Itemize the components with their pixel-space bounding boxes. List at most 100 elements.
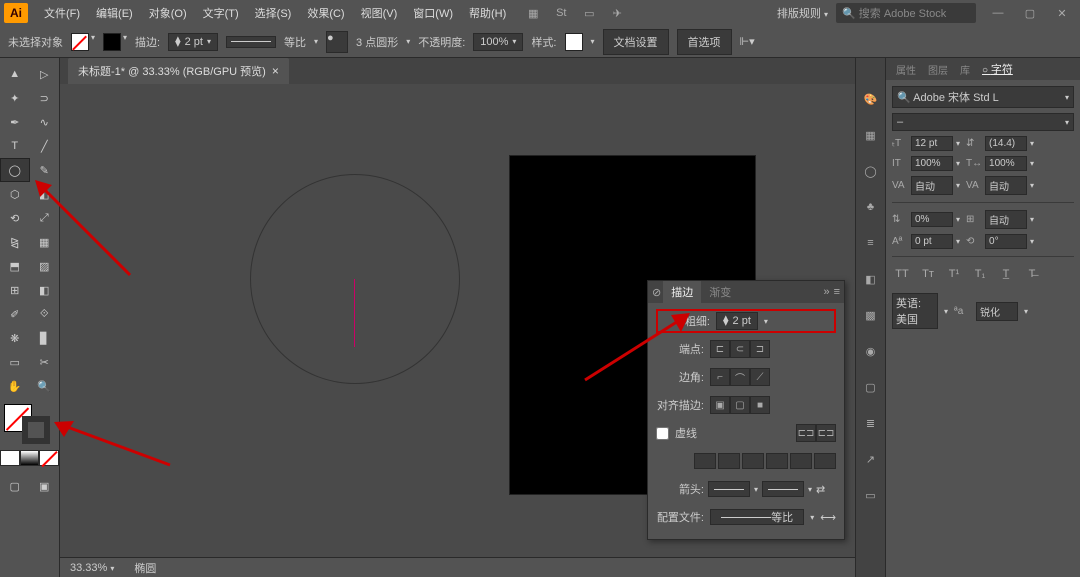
dash-3[interactable] [790, 453, 812, 469]
fill-swatch[interactable] [71, 33, 89, 51]
allcaps-button[interactable]: TT [892, 268, 912, 284]
swap-arrows-icon[interactable]: ⇄ [816, 483, 825, 496]
perspective-tool[interactable]: ▨ [30, 254, 60, 278]
brush-dropdown-icon[interactable]: ▾ [406, 37, 410, 46]
arrow-end[interactable] [762, 481, 804, 497]
gradient-tool[interactable]: ◧ [30, 278, 60, 302]
stroke-weight-input[interactable]: ▴▾2 pt [716, 312, 758, 330]
tsume-input[interactable]: 自动 [985, 210, 1027, 229]
fill-stroke-control[interactable] [0, 404, 59, 444]
zoom-tool[interactable]: 🔍 [30, 374, 60, 398]
dashed-checkbox[interactable] [656, 427, 669, 440]
superscript-button[interactable]: T¹ [944, 268, 964, 284]
shape-builder-tool[interactable]: ⬒ [0, 254, 30, 278]
tab-character[interactable]: ○ 字符 [976, 58, 1019, 80]
cap-square[interactable]: ⊐ [750, 340, 770, 358]
tab-properties[interactable]: 属性 [890, 59, 922, 80]
direct-selection-tool[interactable]: ▷ [30, 62, 60, 86]
artboards-panel-icon[interactable]: ▭ [860, 484, 882, 506]
menu-type[interactable]: 文字(T) [195, 1, 247, 25]
opacity-stepper[interactable]: 100% ▾ [473, 33, 523, 51]
minimize-button[interactable]: — [984, 3, 1012, 23]
gpu-icon[interactable]: ✈ [608, 4, 626, 22]
rotation-input[interactable]: 0° [985, 234, 1027, 249]
selection-tool[interactable]: ▲ [0, 62, 30, 86]
line-tool[interactable]: ╱ [30, 134, 60, 158]
menu-help[interactable]: 帮助(H) [461, 1, 514, 25]
stroke-indicator[interactable] [22, 416, 50, 444]
document-tab[interactable]: 未标题-1* @ 33.33% (RGB/GPU 预览) × [68, 58, 289, 84]
flip-icon[interactable]: ⟷ [820, 511, 836, 524]
menu-object[interactable]: 对象(O) [141, 1, 195, 25]
gap-1[interactable] [718, 453, 740, 469]
brushes-panel-icon[interactable]: ◯ [860, 160, 882, 182]
close-icon[interactable]: × [272, 64, 279, 78]
graphic-styles-icon[interactable]: ▢ [860, 376, 882, 398]
curvature-tool[interactable]: ∿ [30, 110, 60, 134]
antialiasing-select[interactable]: 锐化 [976, 302, 1018, 321]
dash-1[interactable] [694, 453, 716, 469]
stroke-tab[interactable]: 描边 [663, 281, 701, 303]
screen-mode-normal[interactable]: ▢ [0, 474, 30, 498]
menu-select[interactable]: 选择(S) [247, 1, 300, 25]
blend-tool[interactable]: ⟐ [30, 302, 60, 326]
subscript-button[interactable]: T₁ [970, 268, 990, 284]
kerning-input[interactable]: 自动 [911, 176, 953, 195]
shaper-tool[interactable]: ⬡ [0, 182, 30, 206]
stroke-swatch[interactable] [103, 33, 121, 51]
align-icon[interactable]: ⊩▾ [740, 35, 755, 48]
hand-tool[interactable]: ✋ [0, 374, 30, 398]
gap-3[interactable] [814, 453, 836, 469]
hscale-input[interactable]: 100% [985, 156, 1027, 171]
doc-setup-button[interactable]: 文档设置 [603, 29, 669, 55]
ellipse-shape[interactable] [250, 174, 460, 384]
zoom-level[interactable]: 33.33% ▾ [70, 562, 114, 574]
slice-tool[interactable]: ✂ [30, 350, 60, 374]
free-transform-tool[interactable]: ▦ [30, 230, 60, 254]
cap-butt[interactable]: ⊏ [710, 340, 730, 358]
appearance-panel-icon[interactable]: ◉ [860, 340, 882, 362]
menu-edit[interactable]: 编辑(E) [88, 1, 141, 25]
collapse-icon[interactable]: » [823, 286, 829, 298]
profile-select[interactable]: 等比 [710, 509, 804, 525]
scale-tool[interactable]: ⤢ [30, 206, 60, 230]
lasso-tool[interactable]: ⊃ [30, 86, 60, 110]
menu-effect[interactable]: 效果(C) [299, 1, 352, 25]
corner-miter[interactable]: ⌐ [710, 368, 730, 386]
weight-dropdown-icon[interactable]: ▾ [764, 317, 768, 326]
magic-wand-tool[interactable]: ✦ [0, 86, 30, 110]
profile-dropdown-icon[interactable]: ▾ [314, 37, 318, 46]
transparency-panel-icon[interactable]: ▩ [860, 304, 882, 326]
baseline-input[interactable]: 0% [911, 212, 953, 227]
style-swatch[interactable] [565, 33, 583, 51]
dash-2[interactable] [742, 453, 764, 469]
gradient-panel-icon[interactable]: ◧ [860, 268, 882, 290]
mesh-tool[interactable]: ⊞ [0, 278, 30, 302]
arrange-icon[interactable]: ▭ [580, 4, 598, 22]
dash-align[interactable]: ⊏⊐ [816, 424, 836, 442]
close-button[interactable]: ✕ [1048, 3, 1076, 23]
language-select[interactable]: 英语: 美国 [892, 293, 938, 329]
brush-preview[interactable]: ● [326, 31, 348, 53]
align-inside[interactable]: ▢ [730, 396, 750, 414]
tracking-input[interactable]: 自动 [985, 176, 1027, 195]
swatches-panel-icon[interactable]: ▦ [860, 124, 882, 146]
screen-mode-full[interactable]: ▣ [30, 474, 60, 498]
bridge-icon[interactable]: ▦ [524, 4, 542, 22]
arrow-start[interactable] [708, 481, 750, 497]
leading-input[interactable]: (14.4) [985, 136, 1027, 151]
search-input[interactable]: 🔍 搜索 Adobe Stock [836, 3, 976, 23]
gap-2[interactable] [766, 453, 788, 469]
cap-round[interactable]: ⊂ [730, 340, 750, 358]
width-tool[interactable]: ⧎ [0, 230, 30, 254]
pen-tool[interactable]: ✒ [0, 110, 30, 134]
align-outside[interactable]: ■ [750, 396, 770, 414]
color-panel-icon[interactable]: 🎨 [860, 88, 882, 110]
panel-menu-icon[interactable]: ≡ [834, 286, 840, 298]
gradient-tab[interactable]: 渐变 [701, 281, 739, 303]
prefs-button[interactable]: 首选项 [677, 29, 732, 55]
font-style-select[interactable]: –▾ [892, 113, 1074, 131]
shift-input[interactable]: 0 pt [911, 234, 953, 249]
type-tool[interactable]: T [0, 134, 30, 158]
align-center[interactable]: ▣ [710, 396, 730, 414]
